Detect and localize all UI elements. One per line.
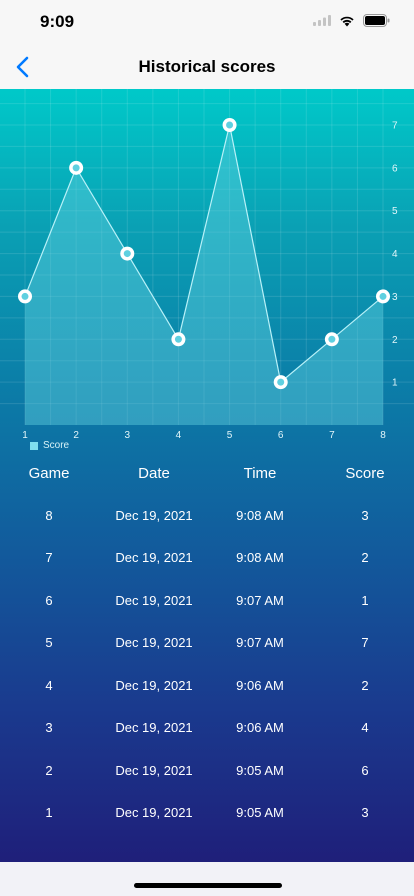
- cell-score: 4: [361, 720, 369, 735]
- data-point-inner: [226, 121, 234, 129]
- cell-score: 2: [361, 678, 369, 693]
- cell-date: Dec 19, 2021: [115, 635, 193, 650]
- table-row: 3 Dec 19, 2021 9:06 AM 4: [0, 720, 414, 740]
- wifi-icon: [340, 16, 354, 26]
- cell-score: 6: [361, 763, 369, 778]
- x-tick-label: 4: [176, 430, 182, 441]
- cell-game: 2: [45, 763, 53, 778]
- x-tick-label: 8: [380, 430, 386, 441]
- cell-game: 7: [45, 550, 53, 565]
- status-time: 9:09: [40, 12, 75, 31]
- page-title: Historical scores: [138, 57, 276, 76]
- header-time: Time: [243, 465, 277, 482]
- home-indicator-area: [0, 862, 414, 896]
- y-tick-label: 2: [392, 335, 398, 346]
- data-point-inner: [123, 250, 131, 258]
- x-tick-label: 6: [278, 430, 284, 441]
- cell-score: 1: [361, 593, 369, 608]
- data-point-inner: [72, 164, 80, 172]
- x-tick-label: 7: [329, 430, 335, 441]
- y-tick-label: 7: [392, 121, 398, 132]
- x-tick-label: 5: [227, 430, 233, 441]
- cell-game: 6: [45, 593, 53, 608]
- cell-time: 9:05 AM: [236, 763, 284, 778]
- table-row: 1 Dec 19, 2021 9:05 AM 3: [0, 805, 414, 825]
- x-tick-label: 3: [125, 430, 131, 441]
- data-point-inner: [379, 292, 387, 300]
- table-header: Game Date Time Score: [0, 465, 414, 489]
- chart-legend: Score: [30, 440, 69, 451]
- cellular-signal-icon: [313, 15, 331, 26]
- cell-date: Dec 19, 2021: [115, 763, 193, 778]
- table-row: 8 Dec 19, 2021 9:08 AM 3: [0, 508, 414, 528]
- cell-date: Dec 19, 2021: [115, 550, 193, 565]
- cell-score: 2: [361, 550, 369, 565]
- status-icons: [313, 14, 390, 27]
- header-score: Score: [345, 465, 385, 482]
- cell-time: 9:05 AM: [236, 805, 284, 820]
- cell-date: Dec 19, 2021: [115, 678, 193, 693]
- cell-score: 3: [361, 508, 369, 523]
- x-tick-label: 2: [73, 430, 79, 441]
- cell-score: 7: [361, 635, 369, 650]
- data-point-inner: [328, 335, 336, 343]
- cell-score: 3: [361, 805, 369, 820]
- cell-time: 9:08 AM: [236, 550, 284, 565]
- legend-swatch: [30, 441, 38, 450]
- status-bar: 9:09: [0, 0, 414, 44]
- legend-label: Score: [43, 440, 70, 451]
- cell-game: 1: [45, 805, 53, 820]
- data-point-inner: [277, 378, 285, 386]
- table-row: 5 Dec 19, 2021 9:07 AM 7: [0, 635, 414, 655]
- cell-date: Dec 19, 2021: [115, 805, 193, 820]
- data-point-inner: [21, 292, 29, 300]
- y-tick-label: 1: [392, 378, 398, 389]
- cell-game: 8: [45, 508, 53, 523]
- home-indicator[interactable]: [134, 883, 282, 888]
- table-row: 7 Dec 19, 2021 9:08 AM 2: [0, 550, 414, 570]
- y-tick-label: 4: [392, 249, 398, 260]
- cell-time: 9:07 AM: [236, 635, 284, 650]
- scores-content: 1 2 3 4 5 6 7 8 1 2 3 4 5 6 7 Score Game Date Time Sco…: [0, 89, 414, 862]
- cell-date: Dec 19, 2021: [115, 593, 193, 608]
- y-tick-label: 6: [392, 163, 398, 174]
- cell-time: 9:08 AM: [236, 508, 284, 523]
- x-tick-label: 1: [22, 430, 28, 441]
- cell-time: 9:06 AM: [236, 720, 284, 735]
- y-tick-label: 5: [392, 206, 398, 217]
- cell-game: 4: [45, 678, 53, 693]
- table-row: 2 Dec 19, 2021 9:05 AM 6: [0, 763, 414, 783]
- cell-game: 5: [45, 635, 53, 650]
- battery-icon: [363, 14, 390, 27]
- cell-date: Dec 19, 2021: [115, 720, 193, 735]
- cell-time: 9:07 AM: [236, 593, 284, 608]
- cell-game: 3: [45, 720, 53, 735]
- cell-date: Dec 19, 2021: [115, 508, 193, 523]
- cell-time: 9:06 AM: [236, 678, 284, 693]
- score-chart: 1 2 3 4 5 6 7 8 1 2 3 4 5 6 7: [0, 89, 414, 441]
- table-row: 4 Dec 19, 2021 9:06 AM 2: [0, 678, 414, 698]
- navigation-bar: Historical scores: [0, 44, 414, 89]
- table-row: 6 Dec 19, 2021 9:07 AM 1: [0, 593, 414, 613]
- header-game: Game: [28, 465, 70, 482]
- header-date: Date: [138, 465, 170, 482]
- data-point-inner: [174, 335, 182, 343]
- y-tick-label: 3: [392, 292, 398, 303]
